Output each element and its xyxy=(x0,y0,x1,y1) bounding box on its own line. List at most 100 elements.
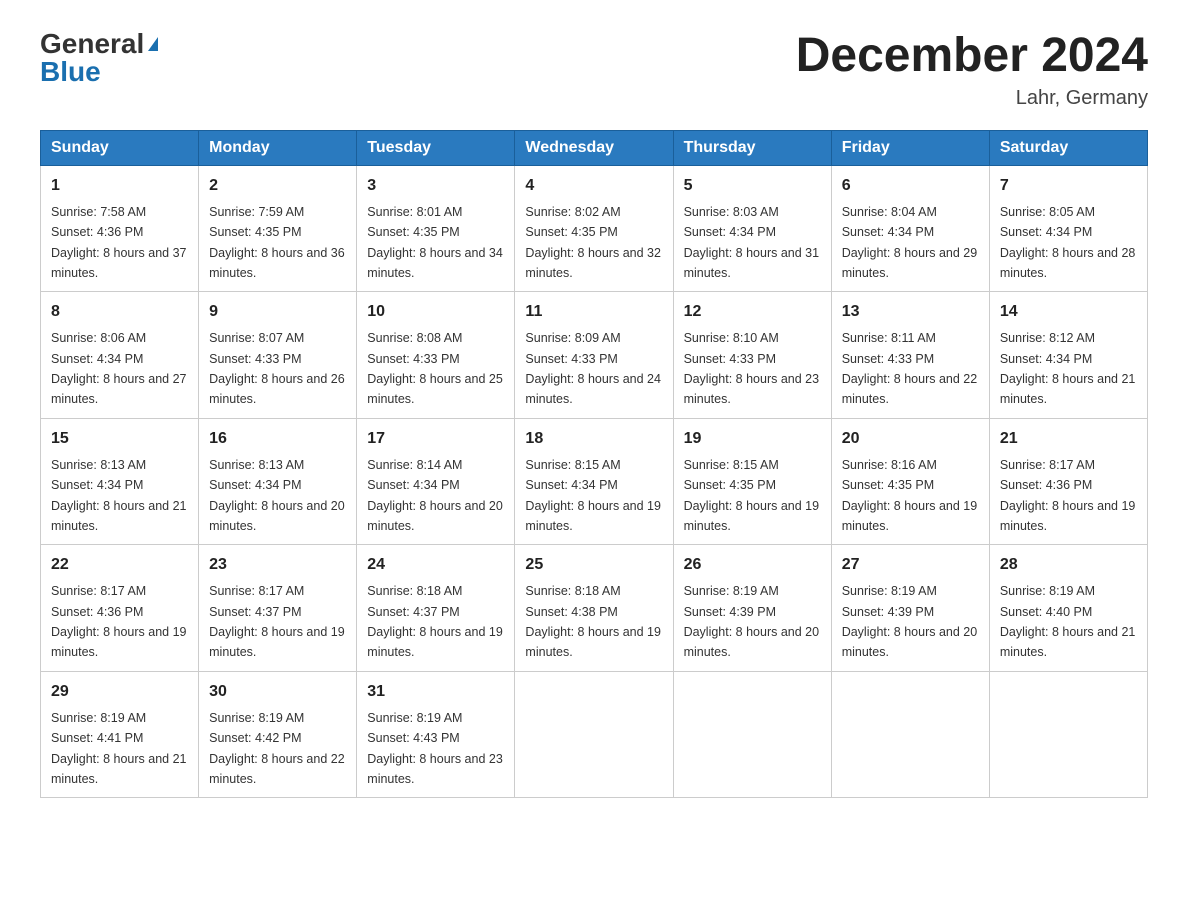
day-info: Sunrise: 8:13 AMSunset: 4:34 PMDaylight:… xyxy=(51,458,187,533)
day-info: Sunrise: 8:17 AMSunset: 4:37 PMDaylight:… xyxy=(209,584,345,659)
day-number: 15 xyxy=(51,427,188,451)
calendar-cell xyxy=(989,671,1147,798)
calendar-cell: 21 Sunrise: 8:17 AMSunset: 4:36 PMDaylig… xyxy=(989,418,1147,545)
day-number: 24 xyxy=(367,553,504,577)
title-area: December 2024 Lahr, Germany xyxy=(796,30,1148,110)
calendar-cell: 6 Sunrise: 8:04 AMSunset: 4:34 PMDayligh… xyxy=(831,165,989,292)
logo-blue-text: Blue xyxy=(40,58,101,86)
calendar-cell: 19 Sunrise: 8:15 AMSunset: 4:35 PMDaylig… xyxy=(673,418,831,545)
day-info: Sunrise: 8:10 AMSunset: 4:33 PMDaylight:… xyxy=(684,331,820,406)
calendar-cell: 22 Sunrise: 8:17 AMSunset: 4:36 PMDaylig… xyxy=(41,545,199,672)
calendar-cell: 12 Sunrise: 8:10 AMSunset: 4:33 PMDaylig… xyxy=(673,292,831,419)
day-info: Sunrise: 8:06 AMSunset: 4:34 PMDaylight:… xyxy=(51,331,187,406)
calendar-cell: 26 Sunrise: 8:19 AMSunset: 4:39 PMDaylig… xyxy=(673,545,831,672)
page-header: General Blue December 2024 Lahr, Germany xyxy=(40,30,1148,110)
calendar-cell: 10 Sunrise: 8:08 AMSunset: 4:33 PMDaylig… xyxy=(357,292,515,419)
day-info: Sunrise: 8:16 AMSunset: 4:35 PMDaylight:… xyxy=(842,458,978,533)
logo-general-text: General xyxy=(40,30,144,58)
calendar-cell: 31 Sunrise: 8:19 AMSunset: 4:43 PMDaylig… xyxy=(357,671,515,798)
location-label: Lahr, Germany xyxy=(796,87,1148,110)
calendar-cell: 28 Sunrise: 8:19 AMSunset: 4:40 PMDaylig… xyxy=(989,545,1147,672)
day-info: Sunrise: 7:59 AMSunset: 4:35 PMDaylight:… xyxy=(209,205,345,280)
day-info: Sunrise: 8:19 AMSunset: 4:43 PMDaylight:… xyxy=(367,711,503,786)
day-number: 21 xyxy=(1000,427,1137,451)
calendar-cell: 4 Sunrise: 8:02 AMSunset: 4:35 PMDayligh… xyxy=(515,165,673,292)
day-number: 18 xyxy=(525,427,662,451)
calendar-cell: 13 Sunrise: 8:11 AMSunset: 4:33 PMDaylig… xyxy=(831,292,989,419)
day-info: Sunrise: 8:18 AMSunset: 4:37 PMDaylight:… xyxy=(367,584,503,659)
calendar-cell: 3 Sunrise: 8:01 AMSunset: 4:35 PMDayligh… xyxy=(357,165,515,292)
column-header-sunday: Sunday xyxy=(41,130,199,165)
day-number: 29 xyxy=(51,680,188,704)
column-header-friday: Friday xyxy=(831,130,989,165)
calendar-cell: 18 Sunrise: 8:15 AMSunset: 4:34 PMDaylig… xyxy=(515,418,673,545)
logo-triangle-icon xyxy=(148,37,158,51)
column-header-tuesday: Tuesday xyxy=(357,130,515,165)
day-number: 23 xyxy=(209,553,346,577)
day-info: Sunrise: 8:01 AMSunset: 4:35 PMDaylight:… xyxy=(367,205,503,280)
calendar-cell xyxy=(831,671,989,798)
day-number: 26 xyxy=(684,553,821,577)
day-info: Sunrise: 8:07 AMSunset: 4:33 PMDaylight:… xyxy=(209,331,345,406)
calendar-cell: 27 Sunrise: 8:19 AMSunset: 4:39 PMDaylig… xyxy=(831,545,989,672)
day-number: 17 xyxy=(367,427,504,451)
calendar-cell: 15 Sunrise: 8:13 AMSunset: 4:34 PMDaylig… xyxy=(41,418,199,545)
day-info: Sunrise: 8:17 AMSunset: 4:36 PMDaylight:… xyxy=(1000,458,1136,533)
day-number: 27 xyxy=(842,553,979,577)
day-info: Sunrise: 8:02 AMSunset: 4:35 PMDaylight:… xyxy=(525,205,661,280)
day-info: Sunrise: 8:17 AMSunset: 4:36 PMDaylight:… xyxy=(51,584,187,659)
month-title: December 2024 xyxy=(796,30,1148,83)
day-number: 20 xyxy=(842,427,979,451)
calendar-cell: 7 Sunrise: 8:05 AMSunset: 4:34 PMDayligh… xyxy=(989,165,1147,292)
day-info: Sunrise: 8:11 AMSunset: 4:33 PMDaylight:… xyxy=(842,331,978,406)
day-number: 16 xyxy=(209,427,346,451)
day-info: Sunrise: 8:03 AMSunset: 4:34 PMDaylight:… xyxy=(684,205,820,280)
day-info: Sunrise: 8:19 AMSunset: 4:40 PMDaylight:… xyxy=(1000,584,1136,659)
calendar-week-row: 15 Sunrise: 8:13 AMSunset: 4:34 PMDaylig… xyxy=(41,418,1148,545)
day-number: 8 xyxy=(51,300,188,324)
calendar-cell: 9 Sunrise: 8:07 AMSunset: 4:33 PMDayligh… xyxy=(199,292,357,419)
day-number: 7 xyxy=(1000,174,1137,198)
calendar-week-row: 1 Sunrise: 7:58 AMSunset: 4:36 PMDayligh… xyxy=(41,165,1148,292)
calendar-cell: 5 Sunrise: 8:03 AMSunset: 4:34 PMDayligh… xyxy=(673,165,831,292)
day-number: 6 xyxy=(842,174,979,198)
calendar-table: SundayMondayTuesdayWednesdayThursdayFrid… xyxy=(40,130,1148,799)
day-number: 25 xyxy=(525,553,662,577)
day-info: Sunrise: 8:19 AMSunset: 4:41 PMDaylight:… xyxy=(51,711,187,786)
column-header-monday: Monday xyxy=(199,130,357,165)
calendar-cell: 16 Sunrise: 8:13 AMSunset: 4:34 PMDaylig… xyxy=(199,418,357,545)
column-header-saturday: Saturday xyxy=(989,130,1147,165)
day-number: 12 xyxy=(684,300,821,324)
day-info: Sunrise: 8:09 AMSunset: 4:33 PMDaylight:… xyxy=(525,331,661,406)
calendar-cell xyxy=(515,671,673,798)
calendar-cell: 24 Sunrise: 8:18 AMSunset: 4:37 PMDaylig… xyxy=(357,545,515,672)
day-number: 30 xyxy=(209,680,346,704)
calendar-week-row: 29 Sunrise: 8:19 AMSunset: 4:41 PMDaylig… xyxy=(41,671,1148,798)
day-number: 3 xyxy=(367,174,504,198)
day-info: Sunrise: 8:12 AMSunset: 4:34 PMDaylight:… xyxy=(1000,331,1136,406)
day-number: 11 xyxy=(525,300,662,324)
calendar-cell: 29 Sunrise: 8:19 AMSunset: 4:41 PMDaylig… xyxy=(41,671,199,798)
calendar-cell: 11 Sunrise: 8:09 AMSunset: 4:33 PMDaylig… xyxy=(515,292,673,419)
calendar-week-row: 8 Sunrise: 8:06 AMSunset: 4:34 PMDayligh… xyxy=(41,292,1148,419)
day-info: Sunrise: 8:19 AMSunset: 4:39 PMDaylight:… xyxy=(842,584,978,659)
calendar-cell: 2 Sunrise: 7:59 AMSunset: 4:35 PMDayligh… xyxy=(199,165,357,292)
calendar-cell: 8 Sunrise: 8:06 AMSunset: 4:34 PMDayligh… xyxy=(41,292,199,419)
day-number: 1 xyxy=(51,174,188,198)
day-number: 4 xyxy=(525,174,662,198)
day-info: Sunrise: 8:08 AMSunset: 4:33 PMDaylight:… xyxy=(367,331,503,406)
day-number: 9 xyxy=(209,300,346,324)
column-header-wednesday: Wednesday xyxy=(515,130,673,165)
day-number: 19 xyxy=(684,427,821,451)
calendar-cell: 25 Sunrise: 8:18 AMSunset: 4:38 PMDaylig… xyxy=(515,545,673,672)
calendar-header-row: SundayMondayTuesdayWednesdayThursdayFrid… xyxy=(41,130,1148,165)
day-number: 2 xyxy=(209,174,346,198)
column-header-thursday: Thursday xyxy=(673,130,831,165)
day-number: 10 xyxy=(367,300,504,324)
day-info: Sunrise: 8:15 AMSunset: 4:35 PMDaylight:… xyxy=(684,458,820,533)
day-info: Sunrise: 8:14 AMSunset: 4:34 PMDaylight:… xyxy=(367,458,503,533)
day-number: 13 xyxy=(842,300,979,324)
calendar-cell: 23 Sunrise: 8:17 AMSunset: 4:37 PMDaylig… xyxy=(199,545,357,672)
day-info: Sunrise: 8:19 AMSunset: 4:42 PMDaylight:… xyxy=(209,711,345,786)
day-number: 31 xyxy=(367,680,504,704)
